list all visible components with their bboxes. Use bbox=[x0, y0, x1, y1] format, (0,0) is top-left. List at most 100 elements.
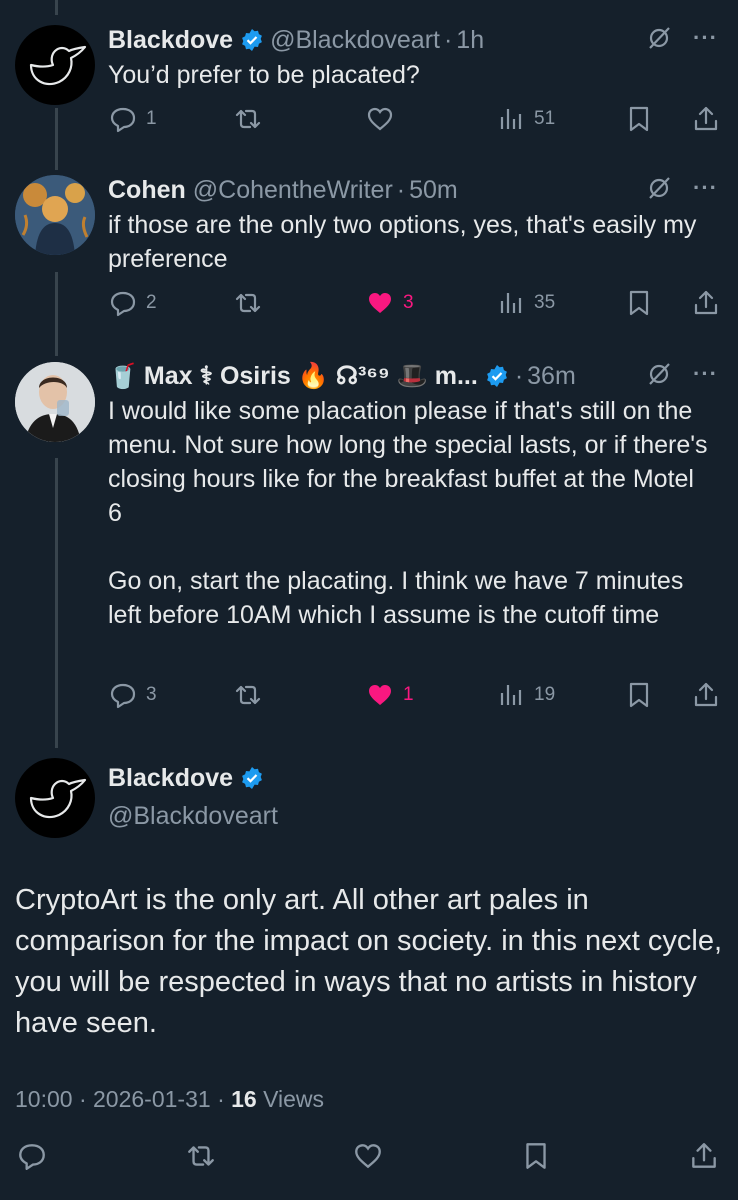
display-name[interactable]: Blackdove bbox=[108, 764, 233, 793]
tweet-header: Blackdove bbox=[108, 760, 718, 796]
more-icon[interactable]: ··· bbox=[693, 361, 718, 387]
reply-button[interactable]: 3 bbox=[108, 680, 157, 710]
avatar[interactable] bbox=[15, 25, 95, 105]
handle[interactable]: @CohentheWriter bbox=[193, 176, 393, 205]
grok-icon[interactable] bbox=[645, 174, 673, 202]
bookmark-button[interactable] bbox=[624, 680, 654, 710]
tweet[interactable]: Blackdove @Blackdoveart · 1h ··· You’d p… bbox=[0, 22, 738, 142]
tweet-header: Cohen @CohentheWriter · 50m ··· bbox=[108, 172, 718, 208]
share-button[interactable] bbox=[691, 104, 721, 134]
views-button[interactable]: 35 bbox=[496, 288, 555, 318]
like-count: 1 bbox=[403, 684, 414, 705]
grok-icon[interactable] bbox=[645, 24, 673, 52]
bookmark-icon bbox=[629, 290, 649, 316]
more-icon[interactable]: ··· bbox=[693, 25, 718, 51]
display-name[interactable]: Blackdove bbox=[108, 26, 233, 55]
display-name[interactable]: Cohen bbox=[108, 176, 186, 205]
separator-dot: · bbox=[443, 25, 453, 54]
dove-logo-icon bbox=[29, 45, 87, 86]
verified-badge-icon bbox=[242, 767, 262, 789]
retweet-icon bbox=[235, 685, 261, 705]
avatar[interactable] bbox=[15, 362, 95, 442]
bookmark-icon bbox=[526, 1143, 546, 1169]
like-button[interactable]: 3 bbox=[365, 288, 414, 318]
timestamp[interactable]: 50m bbox=[409, 176, 458, 205]
share-button[interactable] bbox=[688, 1140, 720, 1172]
heart-filled-icon bbox=[369, 293, 391, 313]
time[interactable]: 10:00 bbox=[15, 1086, 73, 1112]
grok-icon[interactable] bbox=[645, 360, 673, 388]
bookmark-button[interactable] bbox=[520, 1140, 552, 1172]
dove-logo-icon bbox=[29, 778, 87, 819]
tweet-text: if those are the only two options, yes, … bbox=[108, 211, 697, 273]
retweet-icon bbox=[235, 293, 261, 313]
bookmark-button[interactable] bbox=[624, 288, 654, 318]
views-button[interactable]: 51 bbox=[496, 104, 555, 134]
retweet-button[interactable] bbox=[233, 288, 263, 318]
views-label: Views bbox=[263, 1086, 325, 1112]
reply-icon bbox=[19, 1144, 45, 1170]
verified-badge-icon bbox=[486, 365, 507, 387]
heart-icon bbox=[355, 1144, 381, 1169]
views-count: 16 bbox=[231, 1086, 257, 1112]
like-button[interactable]: 1 bbox=[365, 680, 414, 710]
share-icon bbox=[692, 1143, 716, 1168]
share-icon bbox=[694, 106, 718, 131]
reply-icon bbox=[110, 291, 136, 317]
timestamp[interactable]: 36m bbox=[527, 362, 576, 391]
retweet-button[interactable] bbox=[233, 104, 263, 134]
action-bar: 2 3 35 bbox=[108, 288, 722, 320]
display-name[interactable]: Max ⚕ Osiris 🔥 ☊³⁶⁹ 🎩 m... bbox=[144, 361, 478, 391]
reply-button[interactable]: 2 bbox=[108, 288, 157, 318]
tweet-header: 🥤 Max ⚕ Osiris 🔥 ☊³⁶⁹ 🎩 m... · 36m ··· bbox=[108, 358, 718, 394]
tweet-paragraph: Go on, start the placating. I think we h… bbox=[108, 567, 684, 629]
like-button[interactable] bbox=[365, 104, 395, 134]
tweet-text: You’d prefer to be placated? bbox=[108, 61, 420, 89]
share-button[interactable] bbox=[691, 680, 721, 710]
share-icon bbox=[694, 290, 718, 315]
reply-icon bbox=[110, 683, 136, 709]
reply-count: 3 bbox=[146, 684, 157, 705]
cup-emoji: 🥤 bbox=[108, 362, 138, 390]
views-count: 35 bbox=[534, 292, 556, 313]
heart-icon bbox=[367, 107, 393, 131]
views-button[interactable]: 19 bbox=[496, 680, 555, 710]
avatar[interactable] bbox=[15, 175, 95, 255]
separator-dot: · bbox=[396, 175, 406, 204]
tweet[interactable]: 🥤 Max ⚕ Osiris 🔥 ☊³⁶⁹ 🎩 m... · 36m ··· I… bbox=[0, 356, 738, 726]
separator-dot: · bbox=[217, 1086, 232, 1112]
retweet-icon bbox=[188, 1146, 214, 1166]
analytics-icon bbox=[500, 293, 522, 313]
more-icon[interactable]: ··· bbox=[693, 175, 718, 201]
handle[interactable]: @Blackdoveart bbox=[270, 26, 440, 55]
bookmark-button[interactable] bbox=[624, 104, 654, 134]
reply-count: 1 bbox=[146, 108, 157, 129]
handle[interactable]: @Blackdoveart bbox=[108, 802, 278, 831]
like-button[interactable] bbox=[352, 1140, 384, 1172]
reply-button[interactable]: 1 bbox=[108, 104, 157, 134]
retweet-button[interactable] bbox=[185, 1140, 217, 1172]
tweet-header: Blackdove @Blackdoveart · 1h ··· bbox=[108, 22, 718, 58]
views-count: 19 bbox=[534, 684, 556, 705]
like-count: 3 bbox=[403, 292, 414, 313]
tweet-text: I would like some placation please if th… bbox=[108, 394, 714, 632]
timestamp[interactable]: 1h bbox=[456, 26, 484, 55]
reply-button[interactable] bbox=[16, 1140, 48, 1172]
separator-dot: · bbox=[514, 361, 524, 390]
thread-line bbox=[55, 0, 58, 15]
reply-icon bbox=[110, 107, 136, 133]
main-action-bar bbox=[0, 1140, 738, 1180]
portrait-avatar-icon bbox=[15, 175, 95, 255]
avatar[interactable] bbox=[15, 758, 95, 838]
analytics-icon bbox=[500, 109, 522, 129]
views-count: 51 bbox=[534, 108, 556, 129]
retweet-button[interactable] bbox=[233, 680, 263, 710]
retweet-icon bbox=[235, 109, 261, 129]
action-bar: 3 1 19 bbox=[108, 680, 722, 712]
date[interactable]: 2026-01-31 bbox=[93, 1086, 211, 1112]
analytics-icon bbox=[500, 685, 522, 705]
heart-filled-icon bbox=[369, 685, 391, 705]
bookmark-icon bbox=[629, 682, 649, 708]
tweet[interactable]: Cohen @CohentheWriter · 50m ··· if those… bbox=[0, 172, 738, 332]
share-button[interactable] bbox=[691, 288, 721, 318]
